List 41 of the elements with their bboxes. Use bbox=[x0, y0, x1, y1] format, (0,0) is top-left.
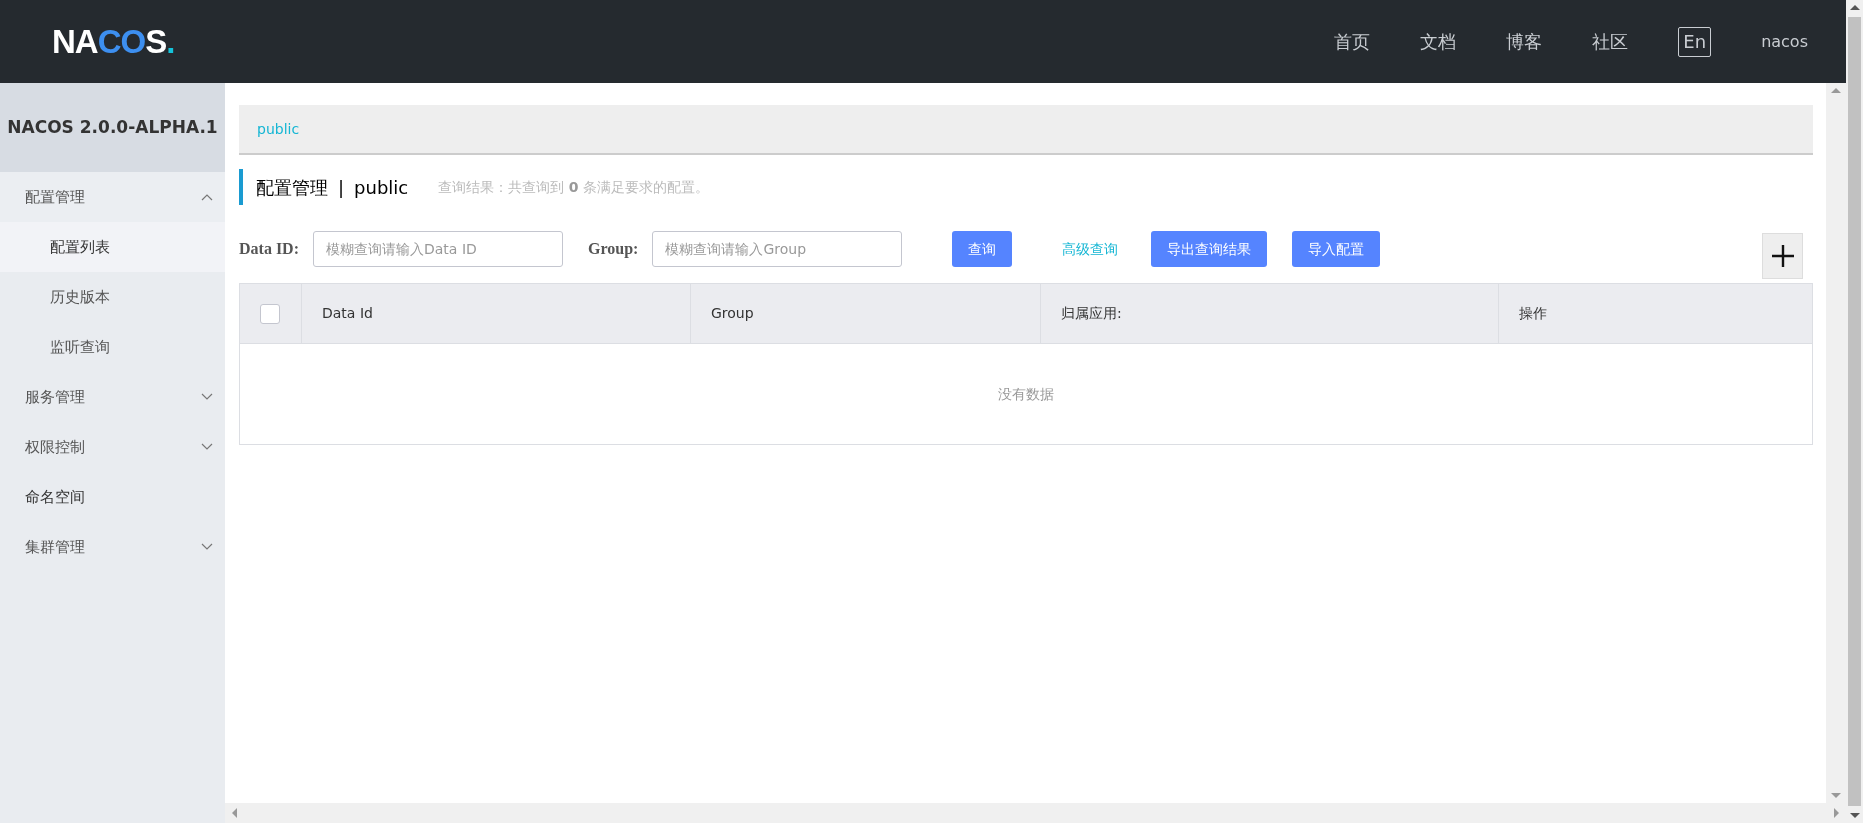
column-header: Group bbox=[691, 284, 1041, 343]
column-header: 归属应用: bbox=[1041, 284, 1499, 343]
sidebar-group[interactable]: 权限控制 bbox=[0, 422, 225, 472]
column-header: Data Id bbox=[302, 284, 691, 343]
chevron-down-icon bbox=[201, 543, 213, 551]
scroll-down-icon[interactable] bbox=[1849, 813, 1860, 818]
namespace-label: public bbox=[354, 175, 409, 200]
column-header: 操作 bbox=[1518, 304, 1548, 323]
plus-icon bbox=[1770, 244, 1795, 268]
sidebar-title: NACOS 2.0.0-ALPHA.1 bbox=[0, 83, 225, 172]
scroll-left-icon[interactable] bbox=[232, 808, 237, 818]
sidebar-item[interactable]: 监听查询 bbox=[0, 322, 225, 372]
chevron-up-icon bbox=[201, 193, 213, 201]
nacos-logo[interactable]: NACOS. bbox=[52, 16, 175, 67]
search-field[interactable]: 模糊查询请输入Data ID bbox=[313, 231, 563, 267]
scroll-right-icon[interactable] bbox=[1834, 808, 1839, 818]
language-button[interactable]: En bbox=[1678, 26, 1712, 57]
nav-link[interactable]: 文档 bbox=[1420, 28, 1457, 55]
sidebar-group[interactable]: 集群管理 bbox=[0, 522, 225, 572]
sidebar-group[interactable]: 服务管理 bbox=[0, 372, 225, 422]
add-button[interactable] bbox=[1762, 233, 1803, 279]
horizontal-scrollbar[interactable] bbox=[225, 803, 1846, 823]
select-all-checkbox[interactable] bbox=[260, 303, 280, 324]
chevron-down-icon bbox=[201, 443, 213, 451]
title-separator: | bbox=[338, 175, 345, 200]
scroll-up-icon[interactable] bbox=[1849, 5, 1860, 10]
user-menu[interactable]: nacos bbox=[1761, 29, 1808, 54]
sidebar-item[interactable]: 历史版本 bbox=[0, 272, 225, 322]
query-summary: 查询结果：共查询到 0 条满足要求的配置。 bbox=[438, 177, 709, 197]
empty-message: 没有数据 bbox=[998, 384, 1054, 404]
nav-link[interactable]: 社区 bbox=[1592, 28, 1629, 55]
sidebar-item[interactable]: 命名空间 bbox=[0, 472, 225, 522]
field-label: Group: bbox=[588, 239, 639, 260]
search-field[interactable]: 模糊查询请输入Group bbox=[652, 231, 903, 267]
page-title: 配置管理 bbox=[256, 175, 328, 200]
nav-link[interactable]: 博客 bbox=[1506, 28, 1543, 55]
nav-link[interactable]: 首页 bbox=[1334, 28, 1371, 55]
field-label: Data ID: bbox=[239, 239, 299, 259]
window-scrollbar[interactable] bbox=[1846, 0, 1863, 823]
chevron-down-icon bbox=[201, 393, 213, 401]
sidebar-item[interactable]: 配置列表 bbox=[0, 222, 225, 272]
